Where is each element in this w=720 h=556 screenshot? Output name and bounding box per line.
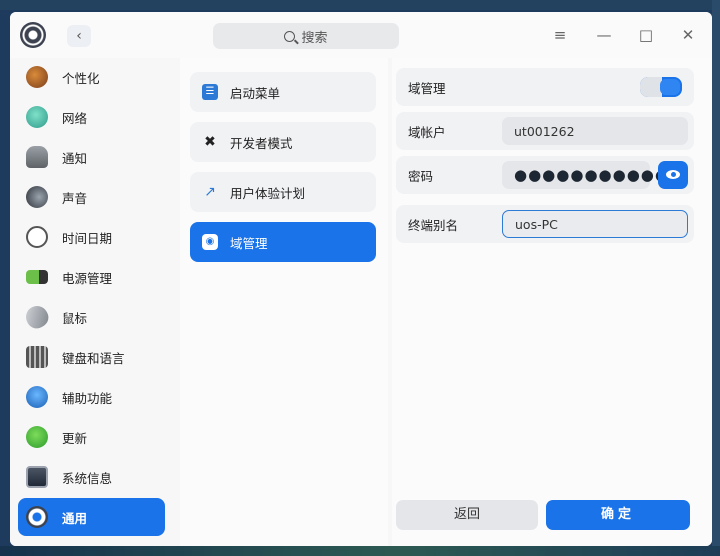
sidebar-item-personalization[interactable]: 个性化 bbox=[18, 58, 165, 96]
list-item-user-experience[interactable]: ↗ 用户体验计划 bbox=[190, 172, 376, 212]
system-info-icon bbox=[26, 466, 48, 488]
sidebar-item-label: 电源管理 bbox=[62, 270, 113, 286]
general-settings-list: ☰ 启动菜单 ✖ 开发者模式 ↗ 用户体验计划 ◉ 域管理 bbox=[180, 58, 388, 546]
sidebar-item-label: 个性化 bbox=[62, 70, 100, 86]
keyboard-icon bbox=[26, 346, 48, 368]
domain-account-value: ut001262 bbox=[514, 123, 575, 139]
sidebar-item-update[interactable]: 更新 bbox=[18, 418, 165, 456]
sidebar-item-datetime[interactable]: 时间日期 bbox=[18, 218, 165, 256]
maximize-button[interactable]: □ bbox=[634, 25, 658, 45]
cancel-button[interactable]: 返回 bbox=[396, 500, 538, 530]
control-center-window: ‹ 搜索 ≡ — □ ✕ 个性化 网络 通知 声音 时间日期 电源管理 鼠标 键… bbox=[10, 12, 712, 546]
terminal-alias-row: 终端别名 uos-PC bbox=[396, 205, 694, 243]
back-button[interactable]: ‹ bbox=[67, 25, 91, 47]
sidebar-item-label: 通用 bbox=[62, 510, 88, 526]
desktop-background-top bbox=[0, 0, 720, 10]
list-item-developer-mode[interactable]: ✖ 开发者模式 bbox=[190, 122, 376, 162]
domain-account-field[interactable]: ut001262 bbox=[502, 117, 688, 145]
domain-management-label: 域管理 bbox=[408, 80, 446, 96]
sidebar-item-label: 系统信息 bbox=[62, 470, 113, 486]
password-field[interactable]: ●●●●●●●●●●● bbox=[502, 161, 668, 189]
developer-tools-icon: ✖ bbox=[204, 134, 216, 150]
sidebar-item-label: 辅助功能 bbox=[62, 390, 113, 406]
sidebar-item-sound[interactable]: 声音 bbox=[18, 178, 165, 216]
sidebar-item-label: 键盘和语言 bbox=[62, 350, 125, 366]
update-icon bbox=[26, 426, 48, 448]
search-input[interactable]: 搜索 bbox=[213, 23, 399, 49]
personalization-icon bbox=[26, 66, 48, 88]
sidebar-item-label: 声音 bbox=[62, 190, 88, 206]
search-icon bbox=[284, 30, 296, 42]
list-item-label: 启动菜单 bbox=[230, 85, 281, 101]
general-icon bbox=[26, 506, 48, 528]
minimize-icon: — bbox=[596, 26, 612, 44]
sidebar-item-power[interactable]: 电源管理 bbox=[18, 258, 165, 296]
domain-management-panel: 域管理 域帐户 ut001262 密码 ●●●●●●●●●●● 终端别名 uos… bbox=[392, 58, 712, 546]
list-item-boot-menu[interactable]: ☰ 启动菜单 bbox=[190, 72, 376, 112]
trend-chart-icon: ↗ bbox=[204, 184, 216, 200]
network-icon bbox=[26, 106, 48, 128]
mouse-icon bbox=[21, 301, 53, 333]
terminal-alias-field[interactable]: uos-PC bbox=[502, 210, 688, 238]
chevron-left-icon: ‹ bbox=[76, 28, 82, 44]
sidebar-item-label: 时间日期 bbox=[62, 230, 113, 246]
sidebar-item-notifications[interactable]: 通知 bbox=[18, 138, 165, 176]
desktop-taskbar-strip bbox=[0, 546, 720, 556]
sidebar-item-label: 鼠标 bbox=[62, 310, 88, 326]
sidebar-item-network[interactable]: 网络 bbox=[18, 98, 165, 136]
password-row: 密码 ●●●●●●●●●●● bbox=[396, 156, 694, 194]
domain-icon: ◉ bbox=[202, 234, 218, 250]
menu-icon: ≡ bbox=[553, 26, 567, 44]
search-placeholder: 搜索 bbox=[301, 30, 328, 46]
sidebar-item-general[interactable]: 通用 bbox=[18, 498, 165, 536]
list-item-domain-management[interactable]: ◉ 域管理 bbox=[190, 222, 376, 262]
sidebar-item-label: 更新 bbox=[62, 430, 88, 446]
desktop-background-right bbox=[712, 0, 720, 556]
domain-management-row: 域管理 bbox=[396, 68, 694, 106]
minimize-button[interactable]: — bbox=[592, 25, 616, 45]
accessibility-icon bbox=[26, 386, 48, 408]
sidebar-item-system-info[interactable]: 系统信息 bbox=[18, 458, 165, 496]
sidebar-item-label: 网络 bbox=[62, 110, 88, 126]
menu-button[interactable]: ≡ bbox=[548, 25, 572, 45]
password-label: 密码 bbox=[408, 168, 434, 184]
show-password-button[interactable] bbox=[658, 161, 688, 189]
domain-account-label: 域帐户 bbox=[408, 124, 446, 140]
list-item-label: 用户体验计划 bbox=[230, 185, 306, 201]
confirm-button[interactable]: 确定 bbox=[546, 500, 690, 530]
close-icon: ✕ bbox=[681, 26, 695, 44]
battery-icon bbox=[26, 270, 48, 284]
speaker-icon bbox=[26, 186, 48, 208]
toggle-knob bbox=[660, 79, 680, 95]
sidebar-item-label: 通知 bbox=[62, 150, 88, 166]
sidebar-item-accessibility[interactable]: 辅助功能 bbox=[18, 378, 165, 416]
sidebar-item-mouse[interactable]: 鼠标 bbox=[18, 298, 165, 336]
maximize-icon: □ bbox=[638, 26, 654, 44]
password-mask: ●●●●●●●●●●● bbox=[514, 166, 669, 184]
clock-icon bbox=[26, 226, 48, 248]
titlebar: ‹ 搜索 ≡ — □ ✕ bbox=[10, 12, 712, 58]
bell-icon bbox=[26, 146, 48, 168]
list-item-label: 域管理 bbox=[230, 235, 268, 251]
domain-account-row: 域帐户 ut001262 bbox=[396, 112, 694, 150]
sidebar-item-keyboard[interactable]: 键盘和语言 bbox=[18, 338, 165, 376]
boot-menu-icon: ☰ bbox=[202, 84, 218, 100]
control-center-logo-icon bbox=[20, 22, 46, 48]
domain-management-toggle[interactable] bbox=[640, 77, 682, 97]
terminal-alias-value: uos-PC bbox=[515, 216, 558, 232]
sidebar: 个性化 网络 通知 声音 时间日期 电源管理 鼠标 键盘和语言 辅助功能 更新 … bbox=[10, 58, 177, 546]
close-button[interactable]: ✕ bbox=[676, 25, 700, 45]
terminal-alias-label: 终端别名 bbox=[408, 217, 459, 233]
list-item-label: 开发者模式 bbox=[230, 135, 293, 151]
toggle-track bbox=[640, 77, 662, 97]
